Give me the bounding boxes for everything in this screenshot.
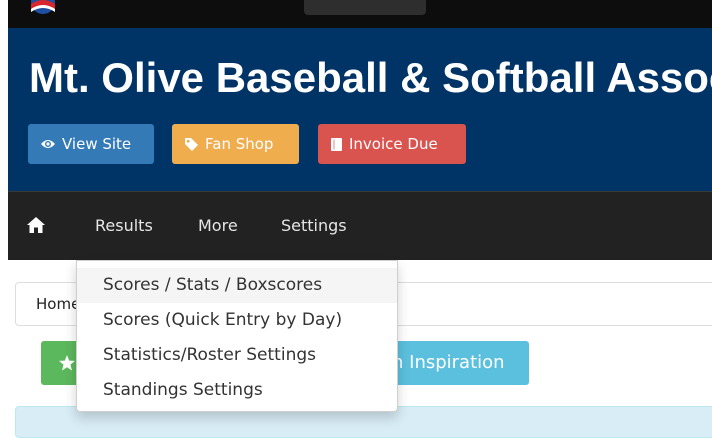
view-site-label: View Site bbox=[62, 135, 132, 153]
nav-results[interactable]: Results bbox=[95, 192, 153, 260]
logo-flag-icon[interactable] bbox=[26, 0, 60, 16]
top-utility-bar bbox=[8, 0, 712, 28]
eye-icon bbox=[41, 140, 55, 148]
menu-item-scores-stats-boxscores[interactable]: Scores / Stats / Boxscores bbox=[77, 268, 397, 303]
results-dropdown-menu: Scores / Stats / Boxscores Scores (Quick… bbox=[76, 260, 398, 412]
home-icon[interactable] bbox=[26, 216, 46, 234]
view-site-button[interactable]: View Site bbox=[28, 124, 154, 164]
menu-item-scores-quick-entry[interactable]: Scores (Quick Entry by Day) bbox=[77, 303, 397, 338]
nav-more[interactable]: More bbox=[198, 192, 238, 260]
inspiration-label: n Inspiration bbox=[392, 352, 505, 373]
invoice-due-button[interactable]: Invoice Due bbox=[318, 124, 466, 164]
top-search-box[interactable] bbox=[304, 0, 426, 15]
fan-shop-button[interactable]: Fan Shop bbox=[172, 124, 299, 164]
main-navbar: Results More Settings bbox=[8, 191, 712, 260]
site-banner: Mt. Olive Baseball & Softball Associatio… bbox=[8, 28, 712, 191]
menu-item-statistics-roster-settings[interactable]: Statistics/Roster Settings bbox=[77, 338, 397, 373]
menu-item-standings-settings[interactable]: Standings Settings bbox=[77, 373, 397, 408]
site-title: Mt. Olive Baseball & Softball Associatio… bbox=[29, 54, 712, 101]
tag-icon bbox=[185, 137, 198, 151]
nav-settings[interactable]: Settings bbox=[281, 192, 347, 260]
breadcrumb-home-link[interactable]: Home bbox=[36, 295, 80, 313]
file-icon bbox=[331, 137, 342, 151]
star-icon bbox=[59, 355, 75, 371]
fan-shop-label: Fan Shop bbox=[205, 135, 274, 153]
invoice-due-label: Invoice Due bbox=[349, 135, 438, 153]
